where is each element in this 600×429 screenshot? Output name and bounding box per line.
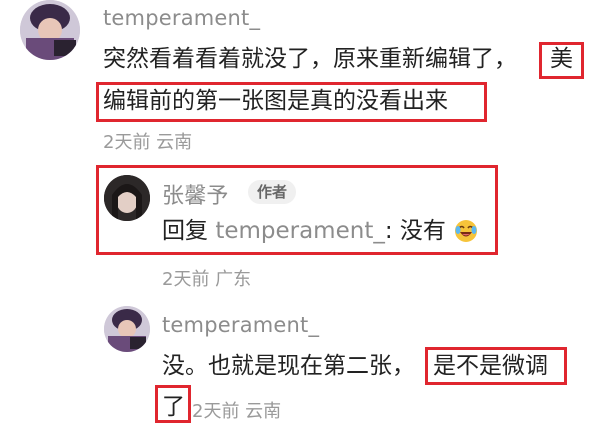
reply2-meta: 2天前 云南 [192,401,282,422]
reply2-text-highlight1: 是不是微调 [433,353,548,379]
comment-text-highlight1: 美 [550,46,573,72]
reply2-text-line1: 没。也就是现在第二张， [162,353,415,379]
reply1-container[interactable]: 张馨予 作者 回复 temperament_: 没有 [96,165,498,255]
crying-laughing-emoji-icon [453,217,479,243]
reply1-username[interactable]: 张馨予 [162,178,229,210]
comment-meta: 2天前 云南 [103,132,193,153]
comment-avatar[interactable] [20,0,80,60]
comment-username[interactable]: temperament_ [103,6,260,30]
reply1-text: 回复 temperament_: 没有 [162,216,479,246]
reply1-meta: 2天前 广东 [162,269,252,290]
author-badge: 作者 [248,180,297,204]
reply-target-username[interactable]: temperament_ [215,218,385,244]
reply2-avatar[interactable] [104,306,150,352]
reply2-text-highlight2: 了 [162,394,185,420]
reply1-avatar[interactable] [104,175,150,221]
reply-prefix: 回复 [162,218,208,244]
comment-text-highlight2: 编辑前的第一张图是真的没看出来 [103,88,448,114]
comment-text-line1: 突然看着看着就没了，原来重新编辑了， [103,46,517,72]
reply2-username[interactable]: temperament_ [162,313,319,337]
reply1-message: : 没有 [384,218,446,244]
